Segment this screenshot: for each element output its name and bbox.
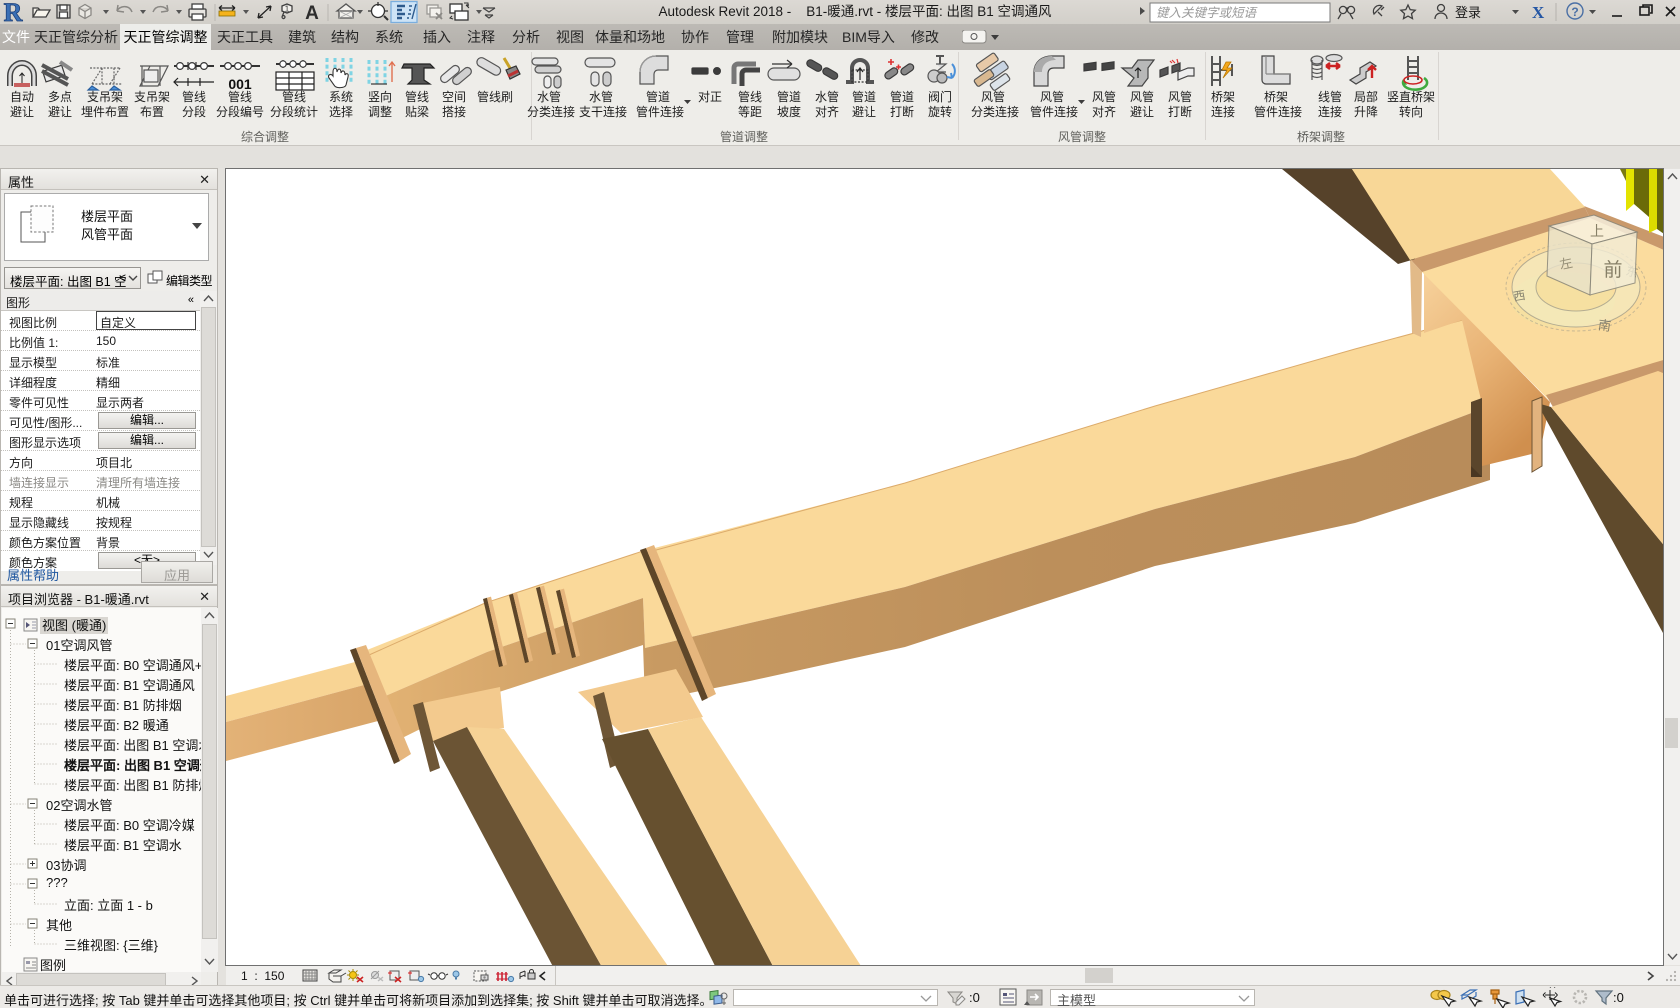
svg-text:R: R xyxy=(4,0,23,24)
svg-text:001: 001 xyxy=(228,76,252,92)
svg-text:键入关键字或短语: 键入关键字或短语 xyxy=(1156,6,1259,20)
svg-text:前: 前 xyxy=(1603,259,1622,281)
svg-text:上: 上 xyxy=(1590,223,1604,239)
svg-text:1: 1 xyxy=(285,5,290,14)
svg-text:登录: 登录 xyxy=(1455,5,1481,20)
svg-text:?: ? xyxy=(1571,5,1578,19)
svg-text:X: X xyxy=(1532,3,1545,22)
svg-text:西: 西 xyxy=(1512,288,1526,304)
svg-text:A: A xyxy=(305,3,319,24)
svg-text:南: 南 xyxy=(1597,317,1612,334)
